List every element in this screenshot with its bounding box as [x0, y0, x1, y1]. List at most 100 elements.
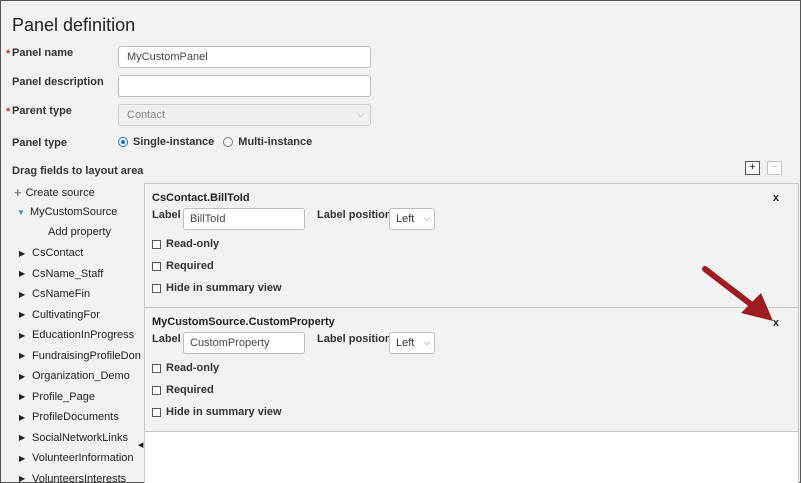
- label-position-value: Left: [396, 213, 415, 225]
- chevron-down-icon: ⌵: [357, 109, 364, 119]
- multi-instance-label[interactable]: Multi-instance: [238, 136, 312, 148]
- panel-description-input[interactable]: [118, 75, 371, 97]
- create-source-label: Create source: [25, 186, 95, 199]
- source-tree: + Create source ▼ MyCustomSource Add pro…: [1, 181, 141, 483]
- checkbox-label: Hide in summary view: [166, 406, 282, 418]
- tree-node[interactable]: ▶ VolunteersInterests: [19, 473, 126, 483]
- drag-fields-heading: Drag fields to layout area: [12, 165, 144, 177]
- single-instance-radio[interactable]: [118, 137, 128, 147]
- parent-type-value: Contact: [127, 109, 165, 121]
- label-position-label: Label position: [317, 333, 392, 345]
- multi-instance-radio[interactable]: [223, 137, 234, 147]
- checkbox-icon[interactable]: [152, 261, 161, 271]
- collapsed-triangle-icon[interactable]: ▶: [19, 433, 25, 442]
- panel-type-label: Panel type: [12, 137, 68, 149]
- tree-node[interactable]: ▶ FundraisingProfileDonor: [19, 350, 141, 362]
- collapsed-triangle-icon[interactable]: ▶: [19, 269, 25, 278]
- chevron-down-icon: ⌵: [423, 338, 430, 347]
- tree-node-label: CsName_Staff: [32, 267, 104, 280]
- tree-node-label: SocialNetworkLinks: [32, 431, 128, 444]
- required-checkbox[interactable]: Required: [152, 384, 214, 396]
- tree-node-label: EducationInProgress: [32, 329, 135, 341]
- checkbox-label: Required: [166, 260, 214, 272]
- checkbox-icon[interactable]: [152, 385, 161, 395]
- collapsed-triangle-icon[interactable]: ▶: [19, 310, 25, 319]
- checkbox-label: Read-only: [166, 238, 220, 250]
- hide-in-summary-checkbox[interactable]: Hide in summary view: [152, 282, 282, 294]
- collapsed-triangle-icon[interactable]: ▶: [19, 474, 25, 483]
- tree-node[interactable]: ▶ CultivatingFor: [19, 309, 100, 321]
- tree-node-mycustomsource[interactable]: ▼ MyCustomSource: [17, 206, 117, 218]
- parent-type-select[interactable]: Contact ⌵: [118, 104, 371, 126]
- label-position-select[interactable]: Left ⌵: [389, 332, 435, 354]
- create-source-link[interactable]: + Create source: [14, 185, 95, 200]
- collapsed-triangle-icon[interactable]: ▶: [19, 331, 25, 340]
- collapsed-triangle-icon[interactable]: ▶: [19, 249, 25, 258]
- panel-name-label: Panel name: [12, 47, 74, 59]
- tree-node[interactable]: ▶ CsContact: [19, 247, 83, 259]
- label-position-select[interactable]: Left ⌵: [389, 208, 435, 230]
- tree-node-label: VolunteersInterests: [32, 472, 127, 483]
- required-marker: *: [6, 48, 11, 60]
- collapsed-triangle-icon[interactable]: ▶: [19, 372, 25, 381]
- tree-node-label: VolunteerInformation: [32, 452, 134, 464]
- plus-icon: +: [14, 185, 22, 200]
- label-position-label: Label position: [317, 209, 392, 221]
- collapsed-triangle-icon[interactable]: ▶: [19, 392, 25, 401]
- tree-node[interactable]: ▶ EducationInProgress: [19, 329, 134, 341]
- panel-description-label: Panel description: [12, 76, 104, 88]
- checkbox-label: Read-only: [166, 362, 220, 374]
- collapsed-triangle-icon[interactable]: ▶: [19, 290, 25, 299]
- checkbox-icon[interactable]: [152, 239, 161, 249]
- checkbox-icon[interactable]: [152, 407, 161, 417]
- splitter-handle[interactable]: ◀: [138, 441, 143, 449]
- add-row-button[interactable]: +: [745, 161, 760, 175]
- collapsed-triangle-icon[interactable]: ▶: [19, 351, 25, 360]
- label-input[interactable]: BillToId: [183, 208, 305, 230]
- tree-node-label: MyCustomSource: [30, 206, 118, 218]
- label-field-label: Label: [152, 333, 181, 345]
- required-checkbox[interactable]: Required: [152, 260, 214, 272]
- hide-in-summary-checkbox[interactable]: Hide in summary view: [152, 406, 282, 418]
- remove-row-button[interactable]: −: [767, 161, 782, 175]
- expanded-triangle-icon: ▼: [17, 207, 25, 217]
- collapsed-triangle-icon[interactable]: ▶: [19, 454, 25, 463]
- page-title: Panel definition: [12, 15, 136, 35]
- label-field-label: Label: [152, 209, 181, 221]
- read-only-checkbox[interactable]: Read-only: [152, 238, 219, 250]
- required-marker: *: [6, 106, 11, 118]
- callout-arrow-icon: [702, 266, 773, 321]
- tree-node[interactable]: ▶ CsName_Staff: [19, 268, 103, 280]
- tree-node-label: CsNameFin: [32, 288, 91, 300]
- tree-node[interactable]: ▶ VolunteerInformation: [19, 452, 134, 464]
- tree-node[interactable]: ▶ Profile_Page: [19, 391, 95, 403]
- close-icon[interactable]: x: [773, 192, 779, 204]
- field-card-title: MyCustomSource.CustomProperty: [152, 316, 335, 328]
- read-only-checkbox[interactable]: Read-only: [152, 362, 219, 374]
- tree-node[interactable]: ▶ CsNameFin: [19, 288, 90, 300]
- checkbox-icon[interactable]: [152, 363, 161, 373]
- parent-type-label: Parent type: [12, 105, 72, 117]
- tree-node[interactable]: ▶ SocialNetworkLinks: [19, 432, 128, 444]
- add-property-label: Add property: [48, 226, 111, 238]
- tree-node-label: CultivatingFor: [32, 308, 100, 321]
- label-input[interactable]: CustomProperty: [183, 332, 305, 354]
- add-property-link[interactable]: Add property: [48, 226, 111, 238]
- panel-name-input[interactable]: MyCustomPanel: [118, 46, 371, 68]
- checkbox-label: Hide in summary view: [166, 282, 282, 294]
- collapsed-triangle-icon[interactable]: ▶: [19, 413, 25, 422]
- panel-type-radio-group: Single-instance Multi-instance: [118, 136, 321, 148]
- checkbox-label: Required: [166, 384, 214, 396]
- tree-node-label: Profile_Page: [32, 390, 95, 403]
- chevron-down-icon: ⌵: [423, 214, 430, 223]
- tree-node[interactable]: ▶ Organization_Demo: [19, 370, 130, 382]
- single-instance-label[interactable]: Single-instance: [133, 136, 214, 148]
- layout-area: CsContact.BillToId x Label BillToId Labe…: [144, 183, 799, 483]
- tree-node-label: CsContact: [32, 247, 84, 259]
- label-position-value: Left: [396, 337, 415, 349]
- checkbox-icon[interactable]: [152, 283, 161, 293]
- tree-node[interactable]: ▶ ProfileDocuments: [19, 411, 119, 423]
- field-card-title: CsContact.BillToId: [152, 192, 250, 204]
- tree-node-label: Organization_Demo: [32, 370, 130, 382]
- tree-node-label: ProfileDocuments: [32, 411, 119, 423]
